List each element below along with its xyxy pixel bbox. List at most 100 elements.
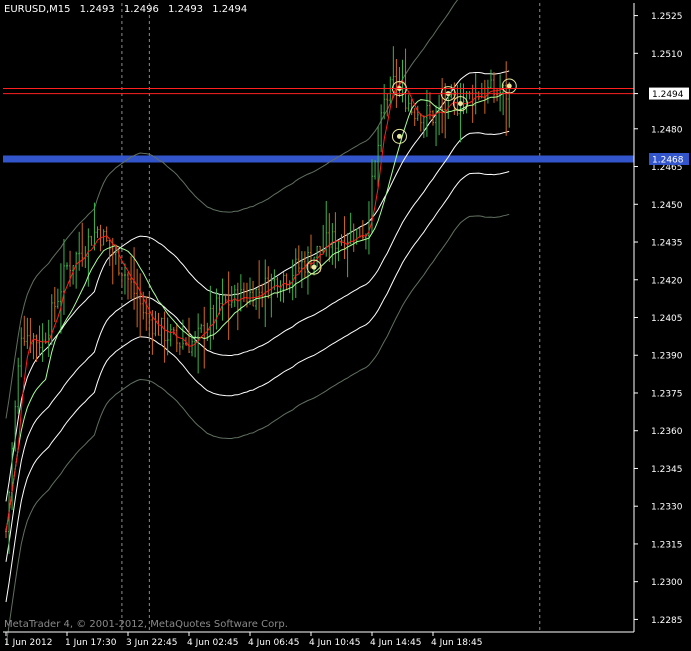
y-tick: 1.2405 — [634, 314, 683, 324]
y-tick: 1.2525 — [634, 12, 683, 22]
ohlc-bar — [75, 251, 78, 289]
ohlc-bar — [53, 286, 56, 323]
x-tick-label: 4 Jun 14:45 — [370, 638, 421, 648]
ohlc-bar — [413, 108, 416, 126]
ohlc-bar — [47, 319, 50, 357]
envelope-outer-lower — [5, 213, 510, 645]
ohlc-bar — [499, 74, 502, 112]
ohlc-bar — [416, 105, 419, 121]
x-tick: 1 Jun 17:30 — [65, 632, 117, 648]
envelope-inner-upper — [5, 70, 510, 502]
ohlc-bar — [288, 280, 291, 294]
y-tick-label: 1.2420 — [651, 276, 683, 286]
x-tick: 3 Jun 22:45 — [126, 632, 177, 648]
y-tick: 1.2300 — [634, 578, 683, 588]
close-value: 1.2494 — [212, 4, 248, 15]
ohlc-bar — [395, 59, 398, 108]
ohlc-bar — [303, 251, 306, 278]
ohlc-bar — [148, 292, 151, 337]
ohlc-bar — [486, 79, 489, 104]
ohlc-bar — [392, 46, 395, 89]
copyright-text: MetaTrader 4, © 2001-2012, MetaQuotes So… — [4, 619, 288, 630]
ohlc-bar — [480, 82, 483, 99]
ohlc-bar — [422, 115, 425, 139]
ohlc-bar — [127, 272, 129, 300]
ohlc-bar — [236, 282, 239, 331]
y-tick: 1.2315 — [634, 540, 683, 550]
signal-dot — [311, 264, 317, 270]
x-tick-label: 4 Jun 06:45 — [248, 638, 299, 648]
ohlc-bar — [282, 272, 285, 303]
ohlc-bar — [352, 223, 355, 252]
ohlc-bar — [438, 94, 441, 136]
x-tick-label: 3 Jun 22:45 — [126, 638, 177, 648]
envelope-outer-upper — [5, 0, 459, 419]
ohlc-bar — [96, 226, 99, 238]
y-tick: 1.2285 — [634, 616, 683, 626]
ohlc-bar — [105, 226, 108, 242]
ohlc-bar — [456, 84, 459, 116]
y-tick-label: 1.2450 — [651, 201, 683, 211]
x-tick: 4 Jun 02:45 — [187, 632, 238, 648]
current-price-label: 1.2494 — [652, 90, 684, 100]
y-tick-label: 1.2480 — [651, 125, 683, 135]
ohlc-bar — [178, 342, 181, 356]
ohlc-bar — [337, 240, 340, 262]
ohlc-bar — [340, 234, 343, 246]
x-tick-label: 1 Jun 2012 — [4, 638, 52, 648]
ohlc-bar — [50, 294, 53, 346]
fast-moving-average — [5, 79, 510, 532]
y-tick: 1.2345 — [634, 465, 683, 475]
ohlc-bar — [160, 317, 163, 346]
support-level-line — [3, 155, 634, 163]
ohlc-bar — [258, 260, 261, 319]
y-tick: 1.2360 — [634, 427, 683, 437]
x-tick-label: 4 Jun 02:45 — [187, 638, 238, 648]
signal-dot — [396, 133, 402, 139]
ohlc-bar — [419, 113, 422, 132]
ohlc-bar — [285, 273, 288, 290]
y-tick-label: 1.2525 — [651, 12, 683, 22]
x-tick-label: 4 Jun 18:45 — [431, 638, 482, 648]
signal-marker — [391, 128, 407, 144]
low-value: 1.2493 — [168, 4, 204, 15]
y-tick-label: 1.2390 — [651, 352, 683, 362]
y-tick-label: 1.2360 — [651, 427, 683, 437]
ohlc-bar — [169, 324, 172, 347]
chart-area[interactable]: 1.2525 1.2510 1.2494 1.2480 1.2465 1.2450 1.24… — [0, 0, 691, 651]
envelope-inner-lower — [5, 171, 510, 603]
ohlc-bar — [407, 94, 410, 112]
y-tick: 1.2480 — [634, 125, 683, 135]
signal-dot — [457, 101, 463, 107]
y-tick-label: 1.2285 — [651, 616, 683, 626]
y-tick-label: 1.2375 — [651, 389, 683, 399]
ohlc-bar — [154, 311, 157, 337]
ohlc-bar — [123, 263, 126, 295]
ohlc-bar — [505, 61, 508, 136]
ohlc-bar — [489, 69, 492, 89]
ohlc-bar — [493, 72, 495, 103]
y-tick: 1.2375 — [634, 389, 683, 399]
x-tick: 4 Jun 14:45 — [370, 632, 421, 648]
ohlc-bar — [72, 265, 75, 285]
ohlc-bar — [163, 311, 166, 363]
ohlc-bar — [404, 48, 407, 112]
ohlc-bar — [374, 160, 377, 180]
y-tick-label: 1.2315 — [651, 540, 683, 550]
ohlc-bar — [428, 92, 431, 120]
y-tick: 1.2510 — [634, 50, 683, 60]
y-tick-label: 1.2345 — [651, 465, 683, 475]
y-tick-label: 1.2300 — [651, 578, 683, 588]
high-value: 1.2496 — [123, 4, 159, 15]
y-tick-label: 1.2405 — [651, 314, 683, 324]
ohlc-bar — [468, 90, 471, 100]
x-tick: 4 Jun 10:45 — [309, 632, 360, 648]
ohlc-bar — [349, 212, 352, 245]
y-tick: 1.2390 — [634, 352, 683, 362]
ohlc-bar — [17, 357, 20, 414]
signal-dot — [506, 83, 512, 89]
support-level-label: 1.2468 — [652, 155, 684, 165]
ohlc-bar — [252, 280, 255, 307]
ohlc-bar — [215, 288, 218, 330]
price-chart: 1.25251.25101.24941.24801.24651.24501.24… — [3, 0, 689, 648]
